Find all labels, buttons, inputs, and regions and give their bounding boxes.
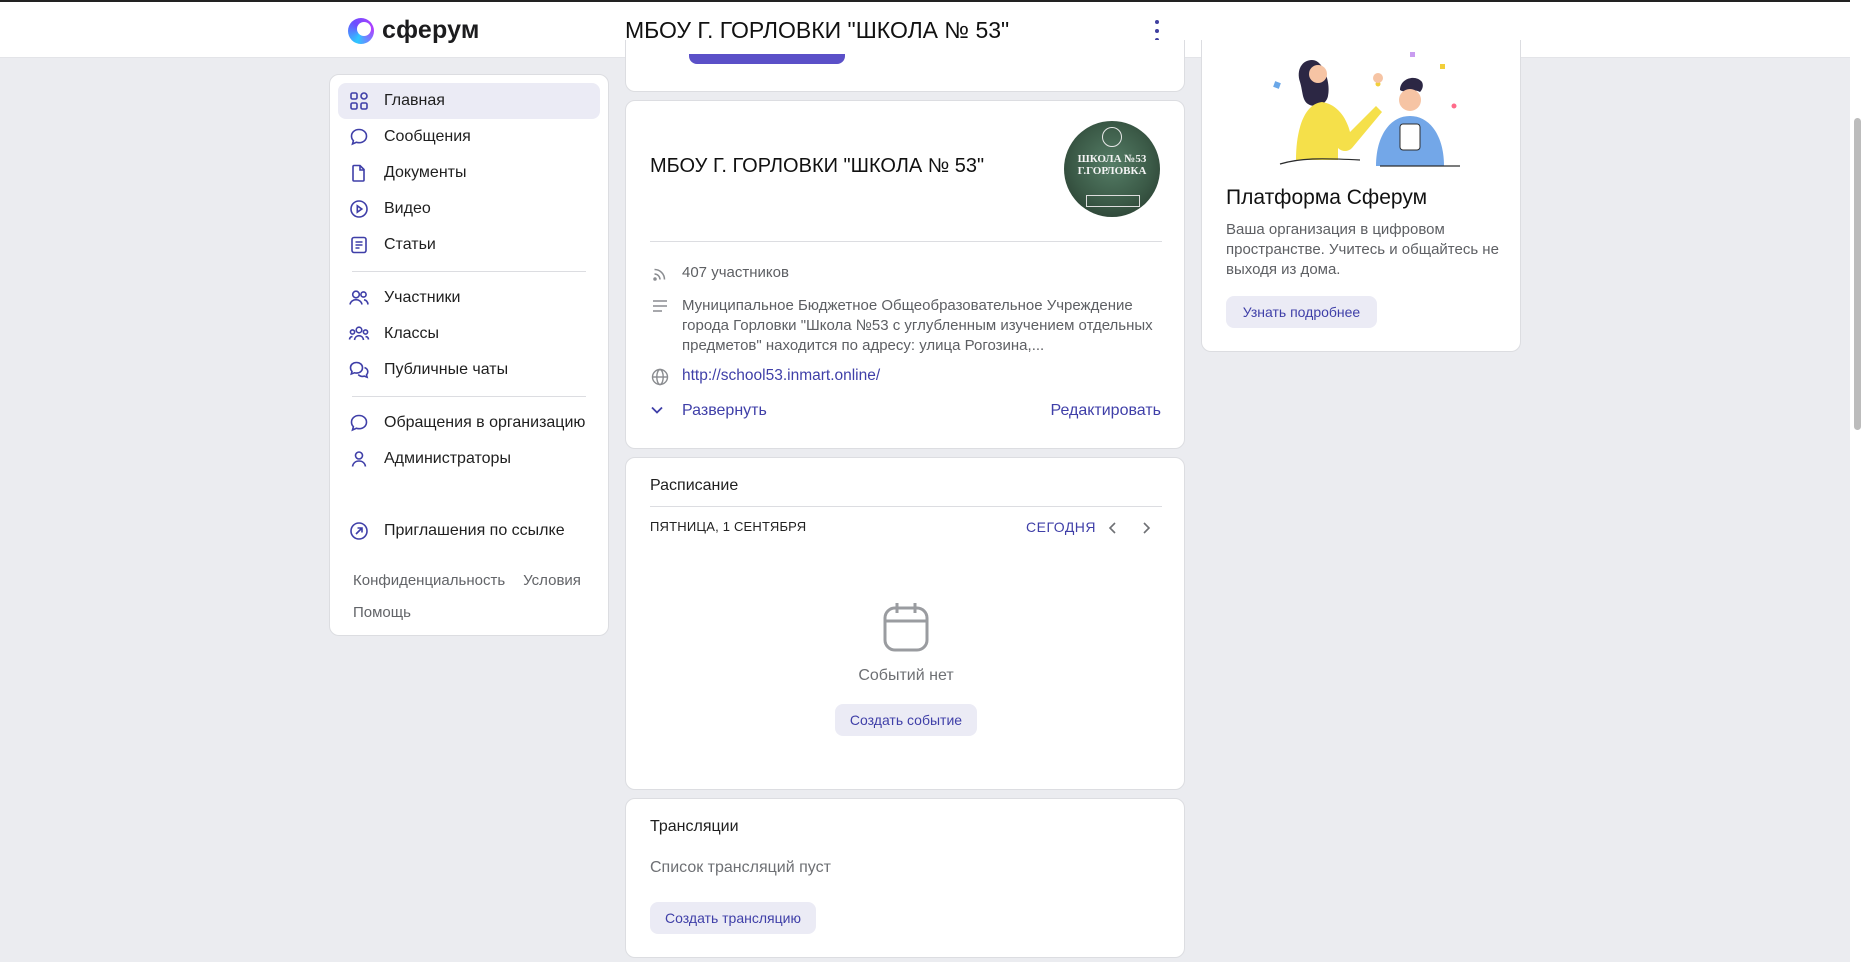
org-info-card: МБОУ Г. ГОРЛОВКИ "ШКОЛА № 53" ШКОЛА №53 … — [625, 100, 1185, 449]
sidebar-item-appeals[interactable]: Обращения в организацию — [338, 405, 600, 441]
chevron-down-icon — [650, 402, 668, 420]
calendar-icon — [882, 601, 930, 653]
members-count: 407 участников — [682, 264, 789, 281]
divider — [352, 271, 586, 272]
play-circle-icon — [348, 198, 370, 220]
promo-text: Ваша организация в цифровом пространстве… — [1226, 221, 1499, 278]
chevron-left-icon[interactable] — [1104, 519, 1122, 537]
users-icon — [348, 287, 370, 309]
members-row[interactable]: 407 участников — [650, 264, 789, 284]
globe-icon — [650, 367, 670, 387]
logo-text: сферум — [382, 16, 480, 44]
text-lines-icon — [650, 296, 670, 316]
org-logo: ШКОЛА №53 Г.ГОРЛОВКА — [1064, 121, 1160, 217]
message-bubble-icon — [348, 126, 370, 148]
sidebar-item-invites[interactable]: Приглашения по ссылке — [338, 513, 600, 549]
website-link[interactable]: http://school53.inmart.online/ — [682, 367, 880, 385]
article-icon — [348, 234, 370, 256]
chats-icon — [348, 359, 370, 381]
sidebar-item-label: Главная — [384, 92, 445, 109]
grid-icon — [348, 90, 370, 112]
top-card-partial — [625, 40, 1185, 92]
promo-title: Платформа Сферум — [1226, 186, 1428, 209]
divider — [352, 396, 586, 397]
school-seal-icon — [1102, 127, 1122, 147]
sidebar-item-main[interactable]: Главная — [338, 83, 600, 119]
primary-button-partial[interactable] — [689, 54, 845, 64]
description-row: Муниципальное Бюджетное Общеобразователь… — [650, 296, 1164, 356]
today-button[interactable]: СЕГОДНЯ — [1026, 519, 1096, 535]
sidebar-item-documents[interactable]: Документы — [338, 155, 600, 191]
expand-button[interactable]: Развернуть — [650, 402, 767, 420]
expand-label: Развернуть — [682, 402, 767, 419]
scrollbar-thumb[interactable] — [1854, 118, 1861, 430]
help-link[interactable]: Помощь — [353, 604, 411, 621]
sidebar-item-classes[interactable]: Классы — [338, 316, 600, 352]
schedule-date: ПЯТНИЦА, 1 СЕНТЯБРЯ — [650, 519, 807, 534]
promo-illustration — [1273, 52, 1460, 167]
rss-icon — [650, 264, 670, 284]
broadcasts-card: Трансляции Список трансляций пуст Создат… — [625, 798, 1185, 958]
divider — [650, 506, 1162, 507]
broadcasts-title: Трансляции — [650, 818, 739, 835]
website-row: http://school53.inmart.online/ — [650, 367, 880, 387]
sidebar-item-label: Статьи — [384, 236, 436, 253]
privacy-link[interactable]: Конфиденциальность — [353, 572, 505, 589]
sidebar: Главная Сообщения Документы Видео Статьи… — [329, 74, 609, 636]
org-description: Муниципальное Бюджетное Общеобразователь… — [682, 297, 1153, 354]
chevron-right-icon[interactable] — [1137, 519, 1155, 537]
sidebar-item-label: Участники — [384, 289, 461, 306]
schedule-card: Расписание ПЯТНИЦА, 1 СЕНТЯБРЯ СЕГОДНЯ С… — [625, 457, 1185, 790]
learn-more-button[interactable]: Узнать подробнее — [1226, 296, 1377, 328]
org-logo-text: ШКОЛА №53 Г.ГОРЛОВКА — [1077, 153, 1147, 177]
edit-button[interactable]: Редактировать — [1050, 402, 1161, 420]
sidebar-item-label: Видео — [384, 200, 431, 217]
sidebar-item-messages[interactable]: Сообщения — [338, 119, 600, 155]
admin-user-icon — [348, 448, 370, 470]
sidebar-item-label: Публичные чаты — [384, 361, 509, 378]
schedule-title: Расписание — [650, 477, 739, 494]
sidebar-item-video[interactable]: Видео — [338, 191, 600, 227]
sidebar-item-label: Документы — [384, 164, 467, 181]
terms-link[interactable]: Условия — [523, 572, 581, 589]
promo-card: Платформа Сферум Ваша организация в цифр… — [1201, 40, 1521, 352]
sidebar-item-public-chats[interactable]: Публичные чаты — [338, 352, 600, 388]
invite-link-icon — [348, 520, 370, 542]
classes-icon — [348, 323, 370, 345]
sidebar-footer-links: Конфиденциальность Условия Помощь — [353, 565, 593, 629]
sidebar-item-label: Приглашения по ссылке — [384, 522, 565, 539]
logo-footer-plate — [1086, 195, 1140, 207]
sidebar-item-label: Классы — [384, 325, 440, 342]
empty-events-text: Событий нет — [858, 667, 954, 684]
sidebar-item-admins[interactable]: Администраторы — [338, 441, 600, 477]
divider — [650, 241, 1162, 242]
sidebar-item-articles[interactable]: Статьи — [338, 227, 600, 263]
create-event-button[interactable]: Создать событие — [835, 704, 977, 736]
sidebar-item-label: Сообщения — [384, 128, 471, 145]
sidebar-item-label: Администраторы — [384, 450, 511, 467]
appeal-bubble-icon — [348, 412, 370, 434]
sidebar-item-members[interactable]: Участники — [338, 280, 600, 316]
sidebar-item-label: Обращения в организацию — [384, 414, 586, 431]
document-icon — [348, 162, 370, 184]
org-title: МБОУ Г. ГОРЛОВКИ "ШКОЛА № 53" — [650, 155, 985, 177]
sferum-logo[interactable]: сферум — [348, 16, 480, 45]
create-broadcast-button[interactable]: Создать трансляцию — [650, 902, 816, 934]
sferum-logo-icon — [348, 17, 374, 44]
broadcasts-empty-text: Список трансляций пуст — [650, 859, 831, 876]
